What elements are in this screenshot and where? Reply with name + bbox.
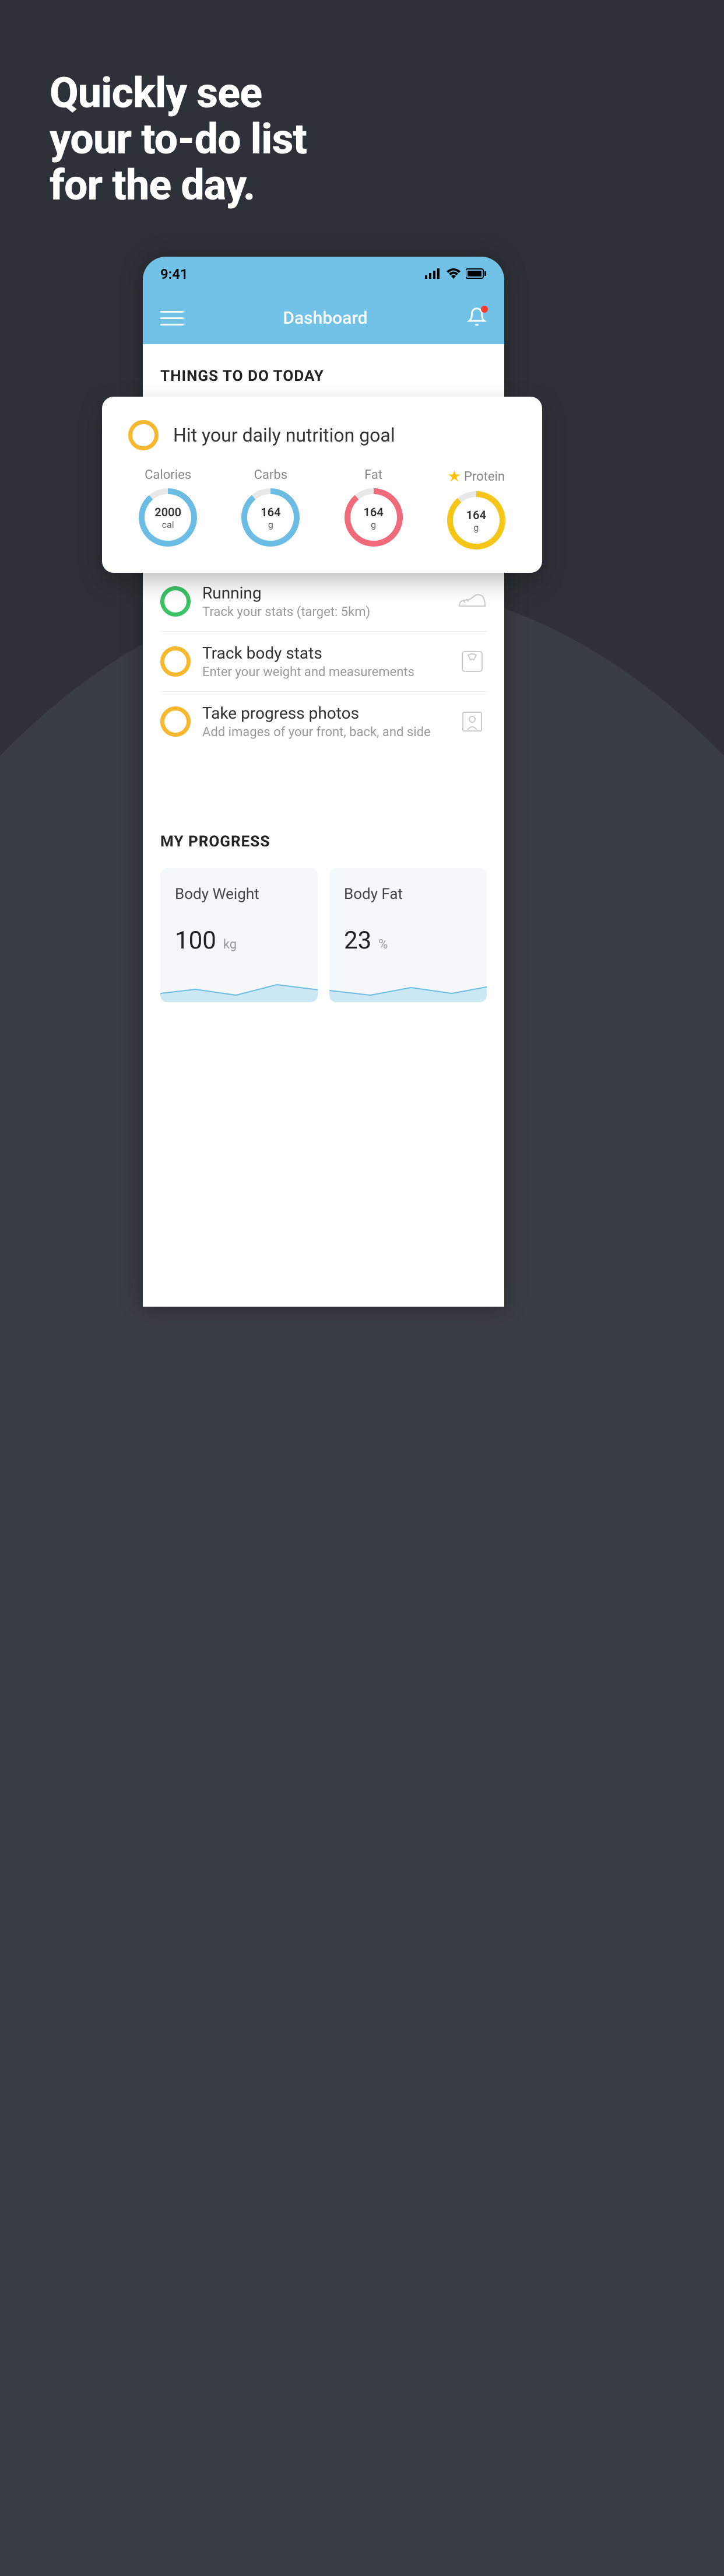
macro-unit: cal <box>162 519 174 530</box>
macro-value: 2000 <box>154 505 181 519</box>
macro-item[interactable]: ★Protein 164 g <box>447 468 505 550</box>
notification-dot <box>481 306 488 313</box>
page-title: Dashboard <box>283 308 367 328</box>
macro-ring: 164 g <box>447 491 505 550</box>
notifications-button[interactable] <box>467 307 487 329</box>
marketing-headline: Quickly see your to-do list for the day. <box>50 70 307 209</box>
macro-value: 164 <box>363 505 383 519</box>
task-subtitle: Enter your weight and measurements <box>202 665 446 680</box>
wifi-icon <box>446 266 461 282</box>
task-item[interactable]: Track body stats Enter your weight and m… <box>160 632 487 692</box>
macro-unit: g <box>371 519 376 530</box>
sparkline-chart <box>329 973 487 1002</box>
scale-icon <box>458 647 487 676</box>
macro-ring: 164 g <box>345 488 403 547</box>
progress-card-title: Body Fat <box>344 886 472 903</box>
task-item[interactable]: Take progress photos Add images of your … <box>160 692 487 751</box>
macro-item[interactable]: Carbs 164 g <box>241 468 300 550</box>
photo-icon <box>458 707 487 736</box>
progress-value: 23 <box>344 926 371 955</box>
task-status-circle <box>160 646 191 677</box>
nutrition-goal-card[interactable]: Hit your daily nutrition goal Calories 2… <box>102 397 542 573</box>
task-subtitle: Track your stats (target: 5km) <box>202 605 446 620</box>
progress-card-title: Body Weight <box>175 886 303 903</box>
macro-value: 164 <box>261 505 280 519</box>
nutrition-card-title: Hit your daily nutrition goal <box>173 424 395 446</box>
macro-unit: g <box>268 519 273 530</box>
macro-ring: 2000 cal <box>139 488 197 547</box>
task-subtitle: Add images of your front, back, and side <box>202 725 446 740</box>
macro-value: 164 <box>466 508 486 522</box>
task-status-circle <box>160 706 191 737</box>
macro-label: Calories <box>145 468 191 482</box>
macro-label: Fat <box>364 468 382 482</box>
progress-card-weight[interactable]: Body Weight 100 kg <box>160 868 318 1002</box>
task-status-circle <box>160 586 191 617</box>
cellular-icon <box>425 266 441 282</box>
progress-value: 100 <box>175 926 216 955</box>
battery-icon <box>466 266 487 282</box>
macro-label: Carbs <box>254 468 287 482</box>
macro-label: ★Protein <box>448 468 505 485</box>
nav-bar: Dashboard <box>143 292 504 344</box>
macro-ring: 164 g <box>241 488 300 547</box>
macro-item[interactable]: Calories 2000 cal <box>139 468 197 550</box>
shoe-icon <box>458 587 487 616</box>
sparkline-chart <box>160 973 318 1002</box>
progress-unit: % <box>378 937 388 952</box>
macro-item[interactable]: Fat 164 g <box>345 468 403 550</box>
task-title: Track body stats <box>202 643 446 663</box>
progress-unit: kg <box>223 937 237 952</box>
task-status-circle <box>128 420 159 450</box>
task-item[interactable]: Running Track your stats (target: 5km) <box>160 572 487 632</box>
task-title: Running <box>202 583 446 603</box>
menu-icon[interactable] <box>160 311 184 326</box>
star-icon: ★ <box>448 468 461 485</box>
status-time: 9:41 <box>160 266 188 282</box>
macro-unit: g <box>473 522 479 533</box>
progress-card-fat[interactable]: Body Fat 23 % <box>329 868 487 1002</box>
task-title: Take progress photos <box>202 704 446 723</box>
status-bar: 9:41 <box>143 257 504 292</box>
todo-section-title: THINGS TO DO TODAY <box>160 368 487 385</box>
progress-section-title: MY PROGRESS <box>160 833 487 850</box>
